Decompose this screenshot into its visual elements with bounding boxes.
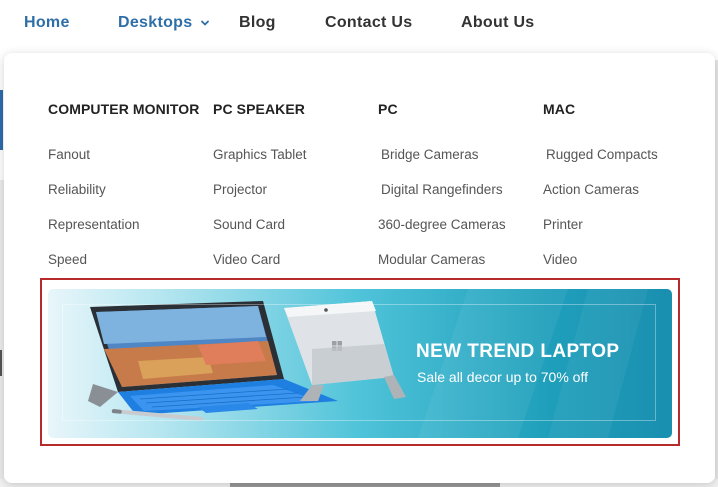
menu-link[interactable]: Representation bbox=[48, 216, 199, 251]
menu-column-pc-speaker: PC SPEAKER Graphics Tablet Projector Sou… bbox=[213, 101, 307, 286]
menu-link[interactable]: Fanout bbox=[48, 146, 199, 181]
banner-subtitle: Sale all decor up to 70% off bbox=[417, 369, 588, 385]
menu-link[interactable]: Printer bbox=[543, 216, 658, 251]
mega-menu-dropdown: COMPUTER MONITOR Fanout Reliability Repr… bbox=[4, 53, 715, 483]
column-heading: COMPUTER MONITOR bbox=[48, 101, 200, 117]
chevron-down-icon[interactable] bbox=[199, 17, 211, 29]
background-panel bbox=[0, 350, 2, 376]
menu-column-pc: PC Bridge Cameras Digital Rangefinders 3… bbox=[378, 101, 506, 286]
menu-link[interactable]: Projector bbox=[213, 181, 307, 216]
nav-desktops[interactable]: Desktops bbox=[118, 14, 192, 32]
nav-contact-us[interactable]: Contact Us bbox=[325, 14, 412, 32]
column-links: Rugged Compacts Action Cameras Printer V… bbox=[543, 146, 658, 286]
menu-link[interactable]: Action Cameras bbox=[543, 181, 658, 216]
main-nav: Home Desktops Blog Contact Us About Us bbox=[0, 0, 718, 50]
column-heading: PC SPEAKER bbox=[213, 101, 306, 117]
column-links: Graphics Tablet Projector Sound Card Vid… bbox=[213, 146, 307, 286]
column-links: Fanout Reliability Representation Speed bbox=[48, 146, 199, 286]
menu-column-mac: MAC Rugged Compacts Action Cameras Print… bbox=[543, 101, 658, 286]
menu-link[interactable]: 360-degree Cameras bbox=[378, 216, 506, 251]
menu-link[interactable]: Digital Rangefinders bbox=[378, 181, 506, 216]
nav-home[interactable]: Home bbox=[24, 14, 70, 32]
menu-link[interactable]: Reliability bbox=[48, 181, 199, 216]
menu-column-computer-monitor: COMPUTER MONITOR Fanout Reliability Repr… bbox=[48, 101, 199, 286]
nav-about-us[interactable]: About Us bbox=[461, 14, 535, 32]
column-heading: MAC bbox=[543, 101, 576, 117]
column-links: Bridge Cameras Digital Rangefinders 360-… bbox=[378, 146, 506, 286]
background-panel bbox=[230, 483, 500, 487]
promo-banner[interactable]: NEW TREND LAPTOP Sale all decor up to 70… bbox=[48, 289, 672, 438]
menu-link[interactable]: Rugged Compacts bbox=[543, 146, 658, 181]
column-heading: PC bbox=[378, 101, 398, 117]
background-accent bbox=[0, 90, 3, 150]
menu-link[interactable]: Bridge Cameras bbox=[378, 146, 506, 181]
banner-title: NEW TREND LAPTOP bbox=[416, 341, 620, 362]
menu-link[interactable]: Graphics Tablet bbox=[213, 146, 307, 181]
nav-blog[interactable]: Blog bbox=[239, 14, 276, 32]
menu-link[interactable]: Sound Card bbox=[213, 216, 307, 251]
